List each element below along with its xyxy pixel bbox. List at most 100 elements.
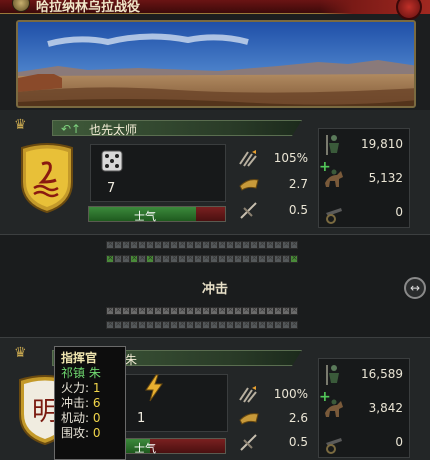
regiment-slot[interactable]	[234, 239, 242, 249]
close-button[interactable]	[396, 0, 422, 20]
regiment-slot[interactable]	[282, 319, 290, 329]
defender-cavalry-row[interactable]: 3,842	[319, 395, 411, 423]
attacker-shock-stat[interactable]: 2.7	[238, 174, 308, 194]
regiment-slot[interactable]	[258, 253, 266, 263]
regiment-slot[interactable]	[154, 239, 162, 249]
regiment-slot[interactable]	[282, 253, 290, 263]
regiment-slot[interactable]	[130, 319, 138, 329]
regiment-slot[interactable]	[186, 239, 194, 249]
regiment-slot[interactable]	[274, 319, 282, 329]
regiment-slot[interactable]	[226, 253, 234, 263]
regiment-slot[interactable]	[122, 319, 130, 329]
attacker-siege-stat[interactable]: 0.5	[238, 200, 308, 220]
regiment-slot[interactable]	[130, 253, 138, 263]
regiment-slot[interactable]	[266, 305, 274, 315]
regiment-slot[interactable]	[162, 253, 170, 263]
regiment-slot[interactable]	[242, 305, 250, 315]
regiment-slot[interactable]	[194, 305, 202, 315]
attacker-morale-bar[interactable]: 士气	[88, 206, 226, 223]
regiment-slot[interactable]	[242, 319, 250, 329]
regiment-slot[interactable]	[290, 253, 298, 263]
regiment-slot[interactable]	[178, 319, 186, 329]
regiment-slot[interactable]	[138, 239, 146, 249]
regiment-slot[interactable]	[210, 239, 218, 249]
regiment-slot[interactable]	[186, 253, 194, 263]
regiment-slot[interactable]	[218, 319, 226, 329]
defender-infantry-row[interactable]: 16,589	[319, 361, 411, 389]
regiment-slot[interactable]	[210, 319, 218, 329]
regiment-slot[interactable]	[170, 239, 178, 249]
regiment-slot[interactable]	[250, 253, 258, 263]
regiment-slot[interactable]	[114, 253, 122, 263]
regiment-slot[interactable]	[170, 253, 178, 263]
regiment-slot[interactable]	[218, 239, 226, 249]
regiment-slot[interactable]	[106, 253, 114, 263]
regiment-slot[interactable]	[170, 305, 178, 315]
regiment-slot[interactable]	[146, 239, 154, 249]
regiment-slot[interactable]	[106, 319, 114, 329]
regiment-slot[interactable]	[226, 319, 234, 329]
regiment-slot[interactable]	[186, 305, 194, 315]
regiment-slot[interactable]	[194, 319, 202, 329]
regiment-slot[interactable]	[130, 239, 138, 249]
regiment-slot[interactable]	[202, 253, 210, 263]
regiment-slot[interactable]	[202, 305, 210, 315]
regiment-slot[interactable]	[282, 305, 290, 315]
regiment-slot[interactable]	[162, 319, 170, 329]
attacker-infantry-row[interactable]: 19,810	[319, 131, 411, 159]
regiment-slot[interactable]	[106, 239, 114, 249]
regiment-slot[interactable]	[106, 305, 114, 315]
attacker-leader-bar[interactable]: ↶↑ 也先太师	[52, 120, 302, 136]
attacker-cavalry-row[interactable]: 5,132	[319, 165, 411, 193]
regiment-slot[interactable]	[250, 239, 258, 249]
attacker-coat-of-arms-icon[interactable]	[16, 142, 78, 214]
regiment-slot[interactable]	[218, 253, 226, 263]
regiment-slot[interactable]	[266, 239, 274, 249]
defender-artillery-row[interactable]: 0	[319, 429, 411, 457]
regiment-slot[interactable]	[122, 239, 130, 249]
regiment-slot[interactable]	[234, 319, 242, 329]
regiment-slot[interactable]	[138, 319, 146, 329]
regiment-slot[interactable]	[194, 239, 202, 249]
regiment-slot[interactable]	[154, 319, 162, 329]
regiment-slot[interactable]	[226, 305, 234, 315]
regiment-slot[interactable]	[138, 305, 146, 315]
regiment-slot[interactable]	[250, 319, 258, 329]
regiment-slot[interactable]	[282, 239, 290, 249]
regiment-slot[interactable]	[114, 305, 122, 315]
regiment-slot[interactable]	[202, 239, 210, 249]
regiment-slot[interactable]	[226, 239, 234, 249]
attacker-fire-stat[interactable]: 105%	[238, 148, 308, 168]
regiment-slot[interactable]	[234, 253, 242, 263]
regiment-slot[interactable]	[146, 305, 154, 315]
regiment-slot[interactable]	[162, 305, 170, 315]
regiment-slot[interactable]	[250, 305, 258, 315]
regiment-slot[interactable]	[258, 305, 266, 315]
regiment-slot[interactable]	[146, 319, 154, 329]
defender-shock-stat[interactable]: 2.6	[238, 408, 308, 428]
defender-fire-stat[interactable]: 100%	[238, 384, 308, 404]
regiment-slot[interactable]	[154, 253, 162, 263]
regiment-slot[interactable]	[266, 253, 274, 263]
regiment-slot[interactable]	[210, 305, 218, 315]
regiment-slot[interactable]	[234, 305, 242, 315]
regiment-slot[interactable]	[162, 239, 170, 249]
regiment-slot[interactable]	[242, 239, 250, 249]
swap-view-button[interactable]: ↔	[404, 277, 426, 299]
regiment-slot[interactable]	[258, 319, 266, 329]
regiment-slot[interactable]	[154, 305, 162, 315]
regiment-slot[interactable]	[138, 253, 146, 263]
regiment-slot[interactable]	[210, 253, 218, 263]
regiment-slot[interactable]	[290, 319, 298, 329]
regiment-slot[interactable]	[178, 305, 186, 315]
regiment-slot[interactable]	[130, 305, 138, 315]
regiment-slot[interactable]	[194, 253, 202, 263]
regiment-slot[interactable]	[114, 319, 122, 329]
regiment-slot[interactable]	[258, 239, 266, 249]
regiment-slot[interactable]	[170, 319, 178, 329]
regiment-slot[interactable]	[274, 253, 282, 263]
regiment-slot[interactable]	[266, 319, 274, 329]
attacker-artillery-row[interactable]: 0	[319, 199, 411, 227]
regiment-slot[interactable]	[186, 319, 194, 329]
regiment-slot[interactable]	[122, 305, 130, 315]
